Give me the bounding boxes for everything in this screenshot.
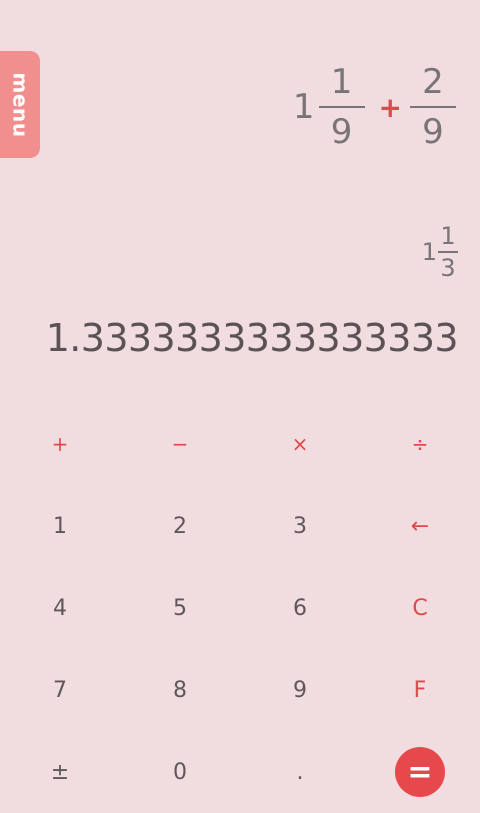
expression-first-numerator: 1	[330, 62, 353, 102]
result-fraction-whole: 1	[421, 238, 437, 266]
equals-key-cell: =	[360, 731, 480, 813]
digit-0-key[interactable]: 0	[120, 731, 240, 813]
expression-second-denominator: 9	[422, 112, 444, 152]
digit-3-key[interactable]: 3	[240, 485, 360, 567]
equals-button[interactable]: =	[395, 747, 445, 797]
expression-first-denominator: 9	[330, 112, 353, 152]
fraction-bar	[438, 251, 458, 253]
expression-display: 1 1 9 + 2 9	[293, 52, 456, 162]
digit-4-key[interactable]: 4	[0, 567, 120, 649]
multiply-key[interactable]: ×	[240, 403, 360, 485]
clear-key[interactable]: C	[360, 567, 480, 649]
divide-key[interactable]: ÷	[360, 403, 480, 485]
expression-first-whole: 1	[292, 87, 315, 127]
expression-operator: +	[378, 90, 402, 124]
expression-first-fraction: 1 9	[318, 60, 365, 154]
result-fraction-numerator: 1	[440, 222, 456, 250]
digit-1-key[interactable]: 1	[0, 485, 120, 567]
digit-5-key[interactable]: 5	[120, 567, 240, 649]
plus-key[interactable]: +	[0, 403, 120, 485]
expression-second-numerator: 2	[422, 62, 444, 102]
decimal-point-key[interactable]: .	[240, 731, 360, 813]
fraction-key[interactable]: F	[360, 649, 480, 731]
result-decimal: 1.3333333333333333	[45, 316, 459, 360]
fraction-bar	[410, 106, 456, 108]
backspace-key[interactable]: ←	[360, 485, 480, 567]
sign-toggle-key[interactable]: ±	[0, 731, 120, 813]
minus-key[interactable]: −	[120, 403, 240, 485]
result-fraction-denominator: 3	[440, 254, 456, 282]
result-fraction: 1 1 3	[422, 222, 458, 282]
fraction-bar	[318, 106, 365, 108]
expression-second-fraction: 2 9	[410, 60, 456, 154]
digit-8-key[interactable]: 8	[120, 649, 240, 731]
menu-label: menu	[8, 72, 33, 137]
digit-9-key[interactable]: 9	[240, 649, 360, 731]
digit-2-key[interactable]: 2	[120, 485, 240, 567]
result-fraction-part: 1 3	[438, 222, 458, 282]
digit-6-key[interactable]: 6	[240, 567, 360, 649]
keypad: + − × ÷ 1 2 3 ← 4 5 6 C 7 8 9 F ± 0 . =	[0, 403, 480, 812]
digit-7-key[interactable]: 7	[0, 649, 120, 731]
menu-button[interactable]: menu	[0, 51, 40, 158]
